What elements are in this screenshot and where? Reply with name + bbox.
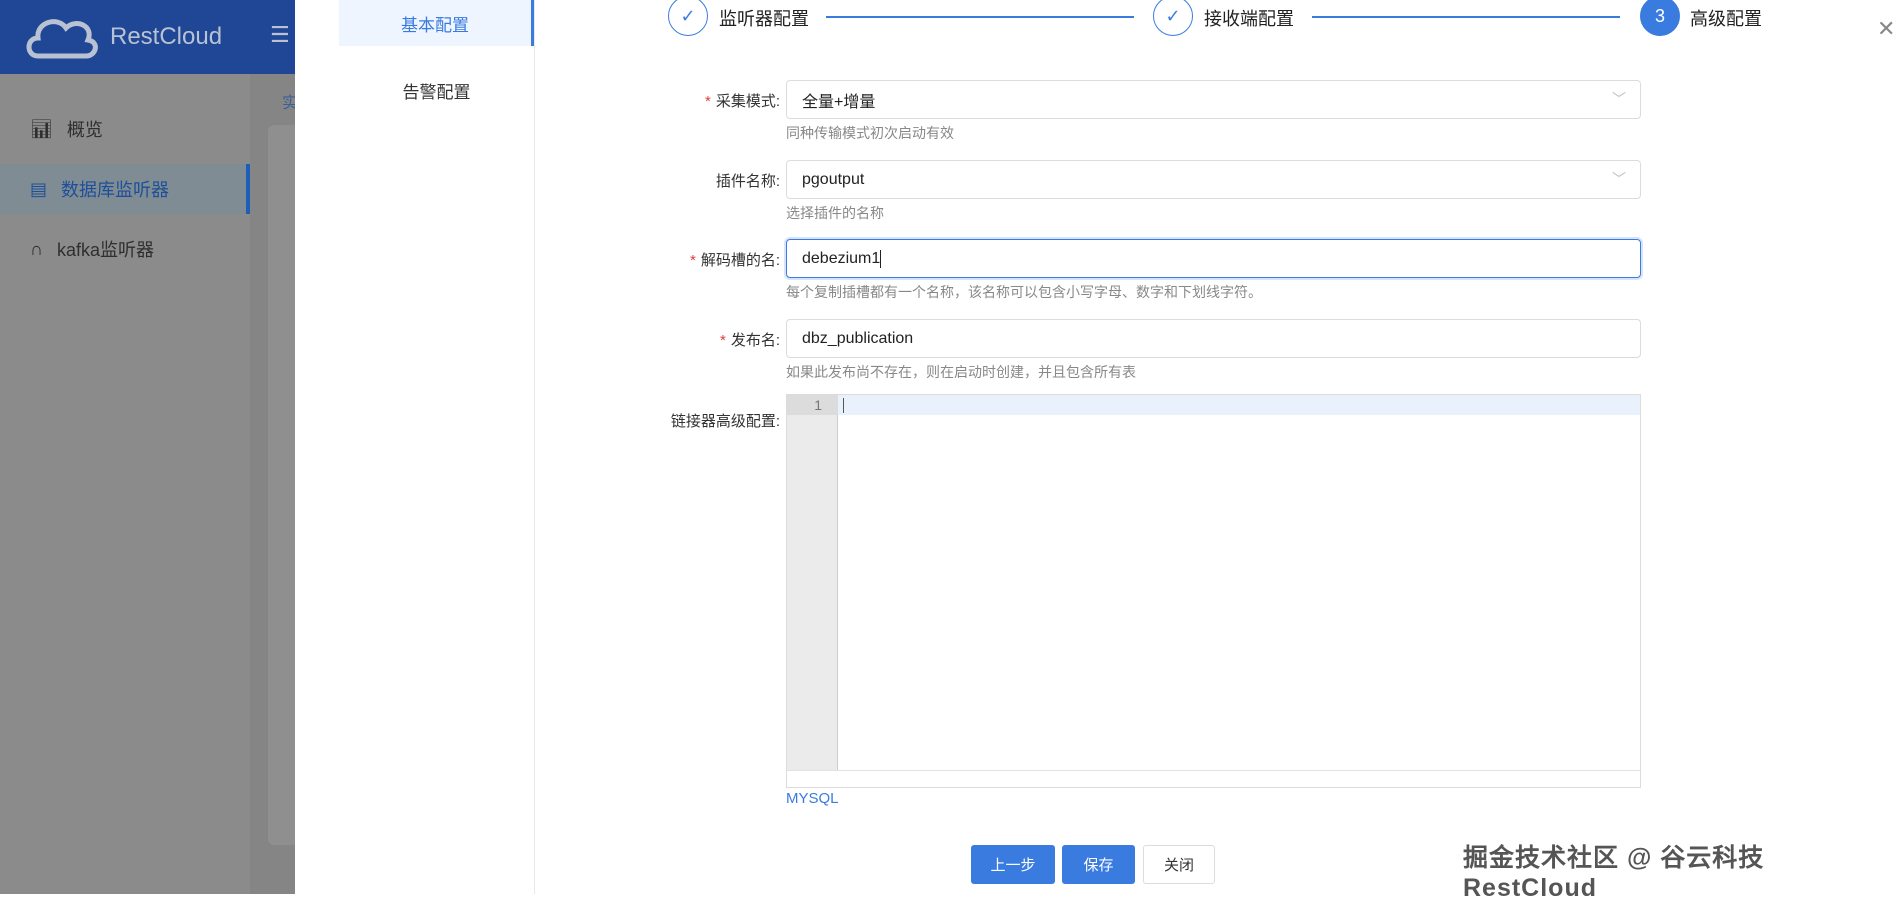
field-label-mode: * 采集模式: <box>704 93 780 110</box>
sidebar-item-db-listener[interactable]: ▤ 数据库监听器 <box>0 164 250 214</box>
watermark: 掘金技术社区 @ 谷云科技RestCloud <box>1463 844 1765 902</box>
bar-chart-icon: 📊︎ <box>30 118 53 139</box>
step-connector <box>1312 16 1620 18</box>
sidebar-item-overview[interactable]: 📊︎ 概览 <box>0 104 250 154</box>
editor-gutter <box>787 395 838 770</box>
editor-divider <box>787 770 1640 771</box>
menu-fold-icon[interactable]: ☰ <box>270 22 290 48</box>
slot-name-input[interactable]: debezium1 <box>786 239 1641 278</box>
sidebar-item-label: 概览 <box>66 120 103 140</box>
chevron-down-icon: ﹀ <box>1612 91 1626 107</box>
close-icon[interactable]: ✕ <box>1877 16 1895 42</box>
background-app: RestCloud ☰ 📊︎ 概览 ▤ 数据库监听器 ∩ kafka监听器 实 <box>0 0 295 894</box>
breadcrumb[interactable]: 实 <box>282 89 295 113</box>
mode-select[interactable]: 全量+增量 ﹀ <box>786 80 1641 119</box>
sidebar-item-label: kafka监听器 <box>56 240 154 260</box>
help-text: 每个复制插槽都有一个名称，该名称可以包含小写字母、数字和下划线字符。 <box>786 284 1262 300</box>
sidebar: 📊︎ 概览 ▤ 数据库监听器 ∩ kafka监听器 <box>0 74 250 894</box>
cloud-logo-icon <box>26 19 98 59</box>
help-text: 选择插件的名称 <box>786 205 884 221</box>
prev-step-button[interactable]: 上一步 <box>971 845 1055 884</box>
brand-name: RestCloud <box>110 23 223 50</box>
logo: RestCloud <box>24 12 222 62</box>
save-button[interactable]: 保存 <box>1062 845 1135 884</box>
app-header: RestCloud ☰ <box>0 0 295 74</box>
publication-input[interactable]: dbz_publication <box>786 319 1641 358</box>
editor-mode-label: MYSQL <box>786 790 839 807</box>
step-label: 接收端配置 <box>1204 9 1294 29</box>
tab-basic-config[interactable]: 基本配置 <box>339 0 534 46</box>
active-line <box>838 395 1640 415</box>
field-label-advanced: 链接器高级配置: <box>670 413 780 430</box>
advanced-config-editor[interactable]: 1 <box>786 394 1641 788</box>
step-done-check-icon: ✓ <box>1153 0 1193 36</box>
drawer-tabs: 基本配置 告警配置 <box>339 0 535 894</box>
field-label-plugin: 插件名称: <box>715 173 780 190</box>
field-label-publication: * 发布名: <box>719 332 780 349</box>
config-drawer: 基本配置 告警配置 ✓ 监听器配置 ✓ 接收端配置 3 高级配置 ✕ * 采集模式… <box>295 0 1896 894</box>
plugin-select[interactable]: pgoutput ﹀ <box>786 160 1641 199</box>
chevron-down-icon: ﹀ <box>1612 171 1626 187</box>
database-icon: ▤ <box>30 178 48 199</box>
text-cursor <box>843 398 844 413</box>
field-label-slot: * 解码槽的名: <box>689 252 780 269</box>
step-done-check-icon: ✓ <box>668 0 708 36</box>
step-number: 3 <box>1640 0 1680 36</box>
headset-icon: ∩ <box>30 238 43 259</box>
step-label: 监听器配置 <box>719 9 809 29</box>
help-text: 如果此发布尚不存在，则在启动时创建，并且包含所有表 <box>786 364 1136 380</box>
content-card <box>268 125 295 845</box>
sidebar-item-kafka-listener[interactable]: ∩ kafka监听器 <box>0 224 250 274</box>
sidebar-item-label: 数据库监听器 <box>61 180 170 200</box>
step-label: 高级配置 <box>1690 9 1762 29</box>
line-number: 1 <box>787 395 838 415</box>
close-button[interactable]: 关闭 <box>1143 845 1215 884</box>
help-text: 同种传输模式初次启动有效 <box>786 125 954 141</box>
step-connector <box>826 16 1134 18</box>
